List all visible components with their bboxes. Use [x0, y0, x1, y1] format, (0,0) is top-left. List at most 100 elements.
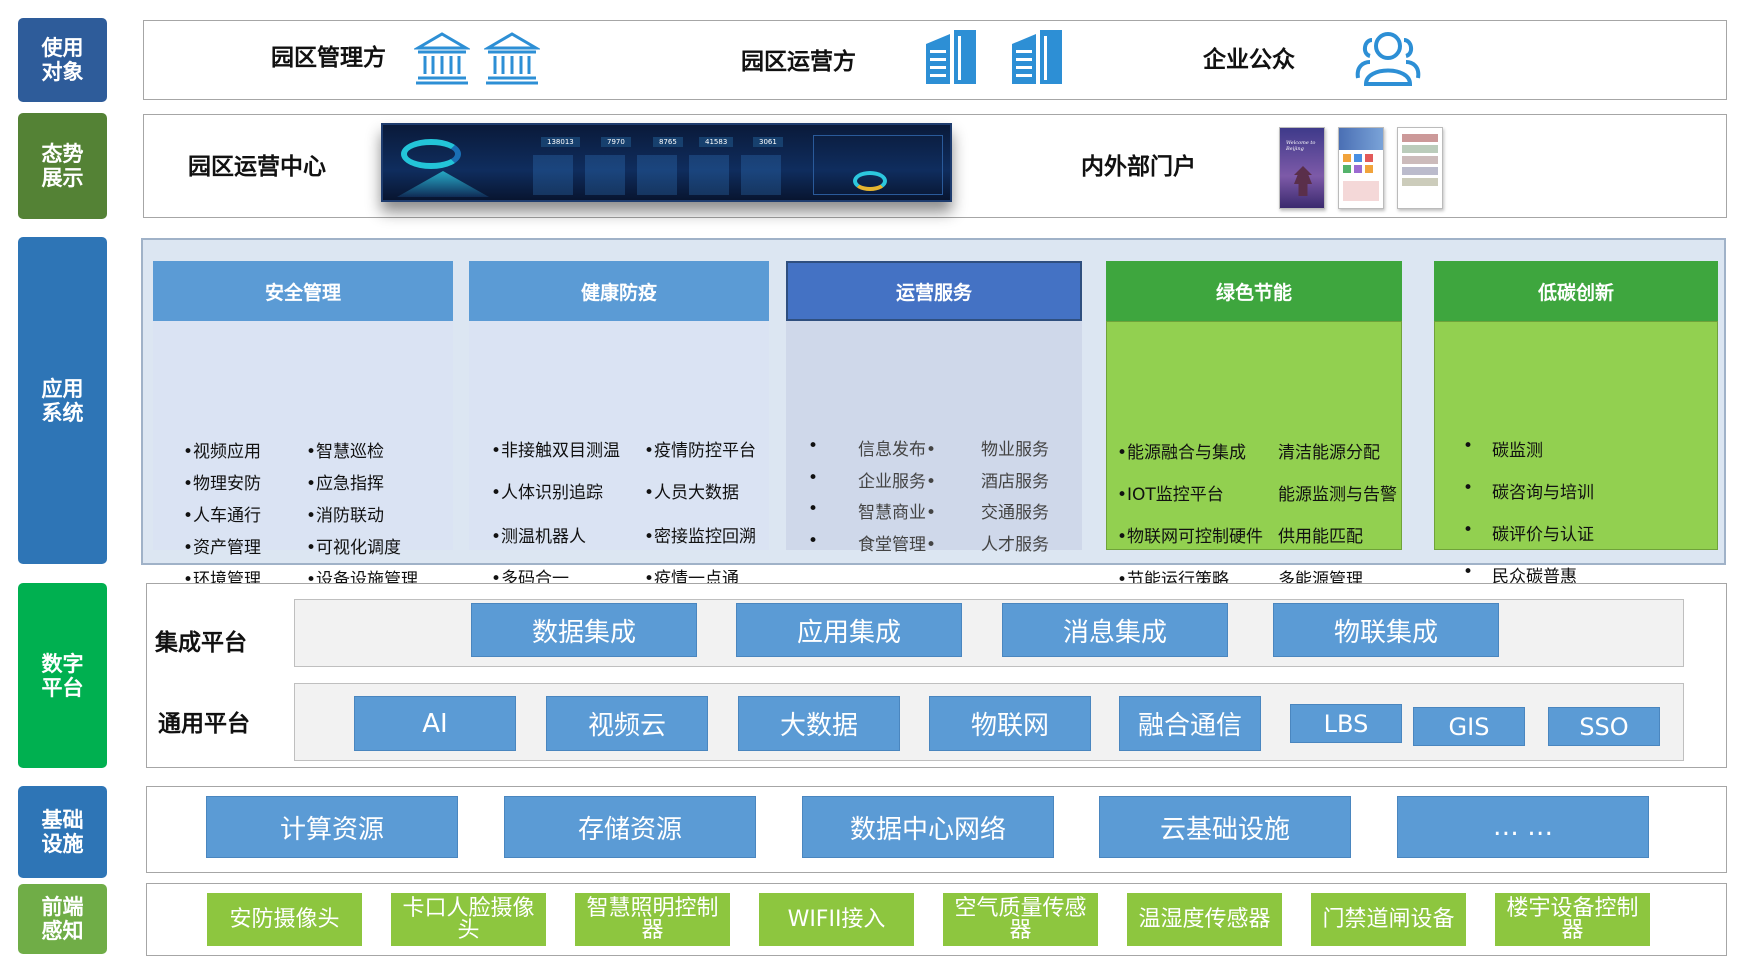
dashboard-number: 7970	[601, 137, 631, 147]
app-item: 清洁能源分配	[1278, 443, 1380, 463]
phone-screenshot	[1397, 127, 1443, 209]
operator-label: 园区运营方	[741, 49, 856, 75]
more-box: … …	[1397, 796, 1649, 858]
public-label: 企业公众	[1203, 47, 1295, 73]
dashboard-number: 41583	[699, 137, 734, 147]
iot-box: 物联网	[929, 696, 1091, 751]
app-bullet: •	[808, 499, 819, 519]
app-title: 运营服务	[786, 261, 1082, 321]
app-item: 企业服务•	[858, 472, 937, 492]
app-bullet: •	[808, 468, 819, 488]
app-item: •物理安防	[183, 474, 262, 494]
app-item: 人才服务	[981, 535, 1049, 555]
access-gate-device-box: 门禁道闸设备	[1311, 893, 1466, 946]
dashboard-number: 8765	[653, 137, 683, 147]
temp-humidity-sensor-box: 温湿度传感器	[1127, 893, 1282, 946]
security-camera-box: 安防摄像头	[207, 893, 362, 946]
app-item: 碳评价与认证	[1492, 525, 1594, 545]
app-item: •密接监控回溯	[644, 527, 757, 547]
app-column-security: 安全管理 •视频应用 •物理安防 •人车通行 •资产管理 •环境管理 •智慧巡检…	[153, 261, 453, 590]
dashboard-number: 138013	[541, 137, 580, 147]
app-title: 健康防疫	[469, 261, 769, 321]
app-column-health: 健康防疫 •非接触双目测温 •人体识别追踪 •测温机器人 •多码合一 •疫情防控…	[469, 261, 769, 589]
app-item: 智慧商业•	[858, 503, 937, 523]
phone-welcome-text: Welcome to Beijing	[1286, 140, 1316, 152]
app-item: 交通服务	[981, 503, 1049, 523]
phone-screenshot	[1338, 127, 1384, 209]
layer-label-platform: 数字平台	[18, 583, 107, 768]
app-title: 绿色节能	[1106, 261, 1402, 321]
app-item: 酒店服务	[981, 472, 1049, 492]
portal-label: 内外部门户	[1081, 154, 1196, 180]
app-bullet: •	[1463, 562, 1474, 582]
app-bullet: •	[808, 436, 819, 456]
data-integration-box: 数据集成	[471, 603, 697, 657]
app-item: •消防联动	[306, 506, 385, 526]
manager-label: 园区管理方	[271, 45, 386, 71]
building-equipment-controller-box: 楼宇设备控制器	[1495, 893, 1650, 946]
air-quality-sensor-box: 空气质量传感器	[943, 893, 1098, 946]
government-building-icon	[484, 32, 540, 85]
integration-platform-label: 集成平台	[155, 630, 247, 656]
smart-lighting-controller-box: 智慧照明控制器	[575, 893, 730, 946]
app-item: 碳监测	[1492, 441, 1543, 461]
office-building-icon	[1012, 30, 1062, 84]
phone-screenshot: Welcome to Beijing	[1279, 127, 1325, 209]
layer-label-sensing: 前端感知	[18, 884, 107, 954]
app-item: •非接触双目测温	[491, 441, 621, 461]
datacenter-network-box: 数据中心网络	[802, 796, 1054, 858]
dashboard-number: 3061	[753, 137, 783, 147]
app-item: •人车通行	[183, 506, 262, 526]
app-item: •应急指挥	[306, 474, 385, 494]
common-platform-label: 通用平台	[158, 711, 250, 737]
iot-integration-box: 物联集成	[1273, 603, 1499, 657]
app-item: 信息发布•	[858, 440, 937, 460]
sso-box: SSO	[1548, 707, 1660, 746]
application-integration-box: 应用集成	[736, 603, 962, 657]
app-item: 食堂管理•	[858, 535, 937, 555]
ai-box: AI	[354, 696, 516, 751]
layer-label-apps: 应用系统	[18, 237, 107, 564]
gis-box: GIS	[1413, 707, 1525, 746]
app-item: •物联网可控制硬件	[1117, 527, 1264, 547]
dashboard-screenshot: 138013 7970 8765 41583 3061	[381, 123, 952, 202]
app-item: •能源融合与集成	[1117, 443, 1247, 463]
unified-communication-box: 融合通信	[1119, 696, 1261, 751]
video-cloud-box: 视频云	[546, 696, 708, 751]
government-building-icon	[414, 32, 470, 85]
cloud-infrastructure-box: 云基础设施	[1099, 796, 1351, 858]
layer-label-display: 态势展示	[18, 113, 107, 219]
compute-resources-box: 计算资源	[206, 796, 458, 858]
app-item: 碳咨询与培训	[1492, 483, 1594, 503]
layer-label-infrastructure: 基础设施	[18, 786, 107, 878]
app-bullet: •	[1463, 478, 1474, 498]
app-item: 物业服务	[981, 440, 1049, 460]
app-title: 安全管理	[153, 261, 453, 321]
app-title: 低碳创新	[1434, 261, 1718, 321]
app-item: •测温机器人	[491, 527, 587, 547]
people-icon	[1355, 32, 1421, 86]
app-column-low-carbon: 低碳创新 • • • • 碳监测 碳咨询与培训 碳评价与认证 民众碳普惠	[1434, 261, 1718, 587]
big-data-box: 大数据	[738, 696, 900, 751]
app-item: 能源监测与告警	[1278, 485, 1397, 505]
sensing-row	[146, 883, 1727, 956]
app-item: •疫情防控平台	[644, 441, 757, 461]
app-bullet: •	[1463, 436, 1474, 456]
app-item: •可视化调度	[306, 538, 402, 558]
app-item: •资产管理	[183, 538, 262, 558]
app-item: •人体识别追踪	[491, 483, 604, 503]
app-bullet: •	[1463, 520, 1474, 540]
lbs-box: LBS	[1290, 704, 1402, 743]
app-item: •IOT监控平台	[1117, 485, 1224, 505]
app-item: •智慧巡检	[306, 442, 385, 462]
storage-resources-box: 存储资源	[504, 796, 756, 858]
wifi-access-box: WIFII接入	[759, 893, 914, 946]
checkpoint-face-camera-box: 卡口人脸摄像头	[391, 893, 546, 946]
app-bullet: •	[808, 531, 819, 551]
app-item: •人员大数据	[644, 483, 740, 503]
app-column-operations: 运营服务 • • • • 信息发布• 企业服务• 智慧商业• 食堂管理• 物业服…	[786, 261, 1082, 555]
layer-label-users: 使用对象	[18, 18, 107, 102]
app-item: 供用能匹配	[1278, 527, 1363, 547]
app-column-green-energy: 绿色节能 •能源融合与集成 •IOT监控平台 •物联网可控制硬件 •节能运行策略…	[1106, 261, 1402, 590]
app-item: •视频应用	[183, 442, 262, 462]
